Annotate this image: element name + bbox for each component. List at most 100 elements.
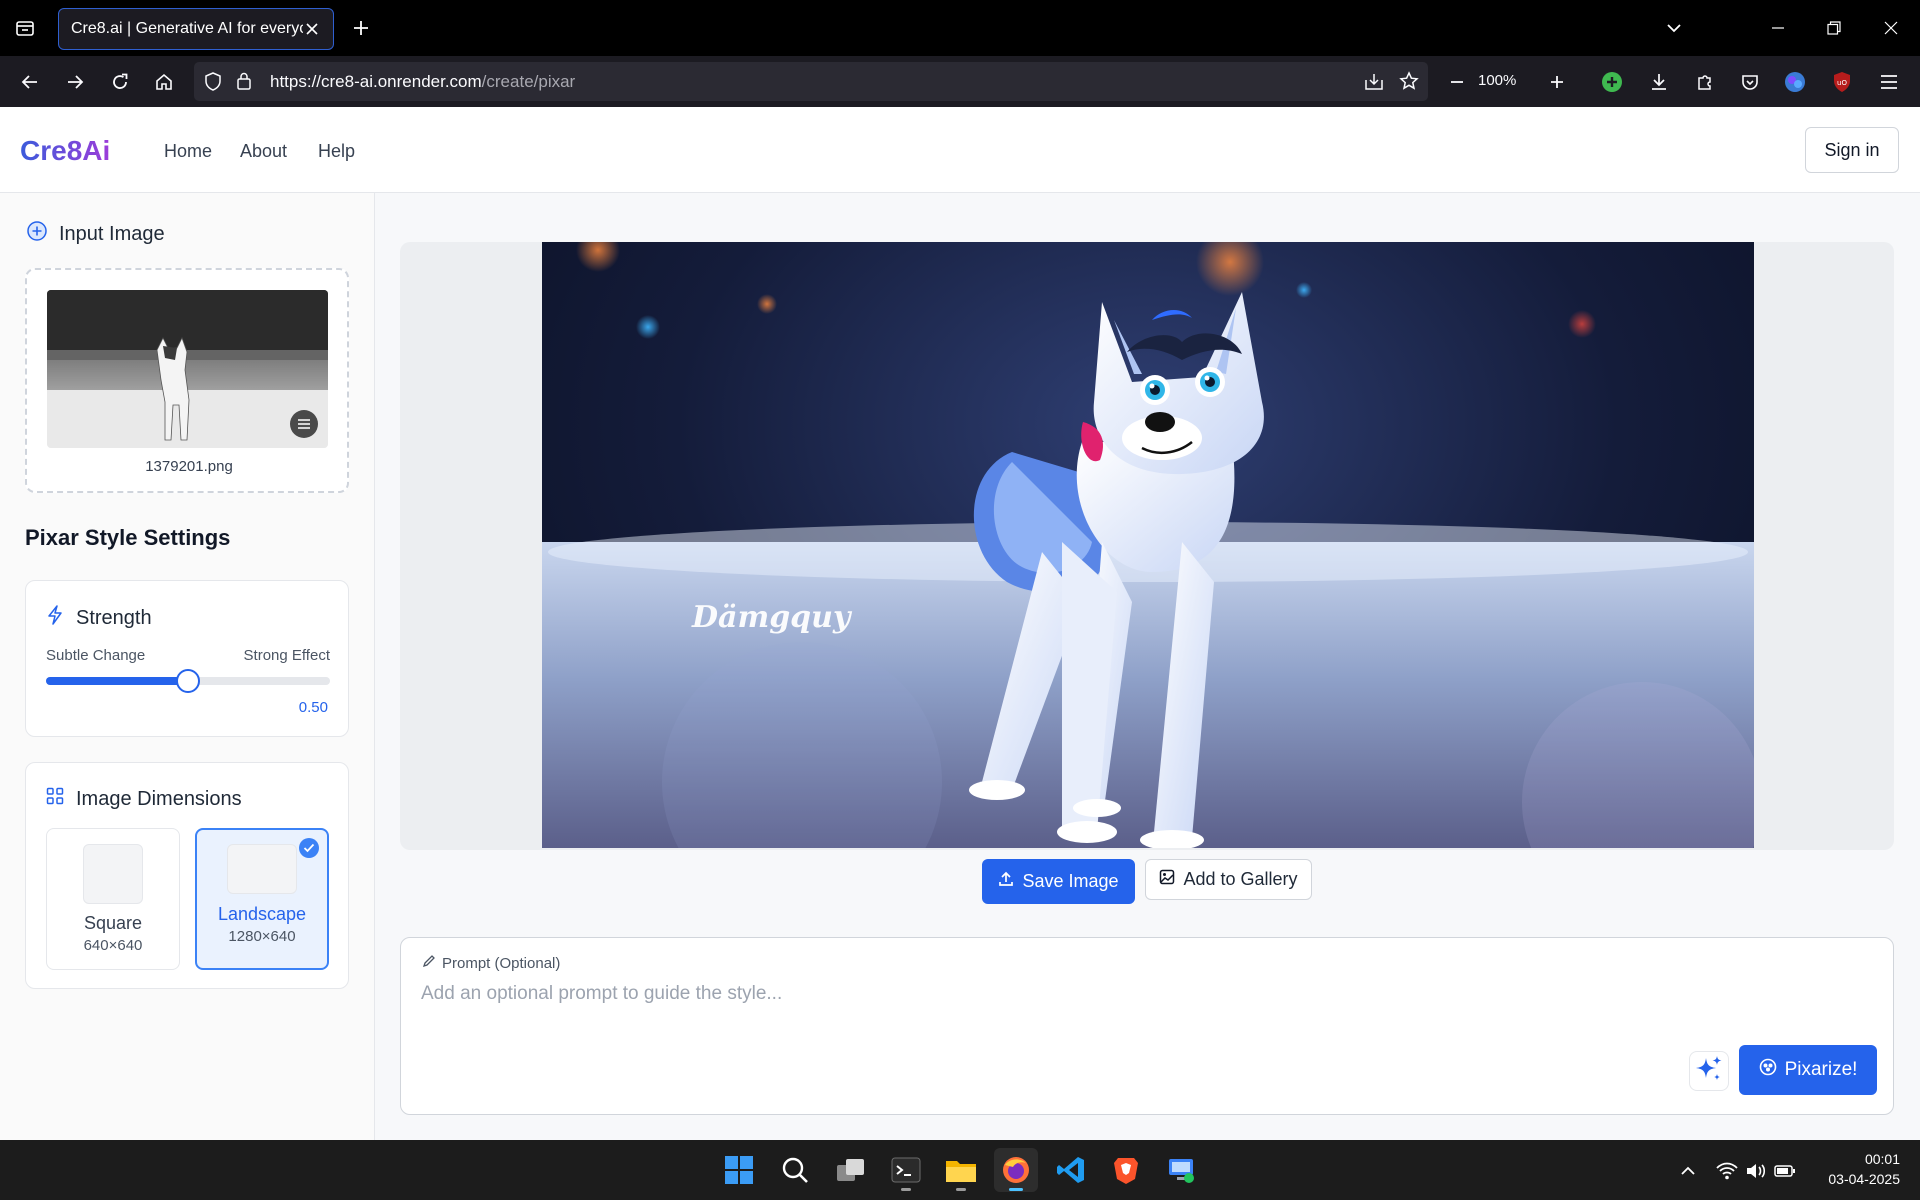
strength-card: Strength Subtle Change Strong Effect 0.5… <box>25 580 349 737</box>
dimension-option-landscape[interactable]: Landscape 1280×640 <box>195 828 329 970</box>
url-text[interactable]: https://cre8-ai.onrender.com/create/pixa… <box>270 72 575 92</box>
dimensions-heading: Image Dimensions <box>46 787 242 811</box>
terminal-icon[interactable] <box>884 1148 928 1192</box>
task-view-icon[interactable] <box>829 1148 873 1192</box>
pixarize-button[interactable]: Pixarize! <box>1739 1045 1877 1095</box>
nav-about[interactable]: About <box>240 141 287 162</box>
strength-slider-handle[interactable] <box>176 669 200 693</box>
square-preview <box>83 844 143 904</box>
logo[interactable]: Cre8Ai <box>20 135 110 167</box>
strength-range-labels: Subtle Change Strong Effect <box>46 647 330 664</box>
browser-tab[interactable]: Cre8.ai | Generative AI for everyone <box>58 8 334 50</box>
dimensions-card: Image Dimensions Square 640×640 Landscap… <box>25 762 349 989</box>
grid-icon <box>46 787 64 811</box>
strength-min-label: Subtle Change <box>46 647 146 664</box>
firefox-icon[interactable] <box>994 1148 1038 1192</box>
browser-toolbar: https://cre8-ai.onrender.com/create/pixa… <box>0 56 1920 107</box>
strength-max-label: Strong Effect <box>243 647 330 664</box>
square-size: 640×640 <box>83 937 143 954</box>
add-circle-icon <box>27 221 47 247</box>
back-icon[interactable] <box>16 68 44 96</box>
paw-icon <box>1759 1058 1777 1082</box>
image-icon <box>1159 869 1175 890</box>
input-image-heading: Input Image <box>27 221 165 247</box>
generated-image: Dämgquy <box>542 242 1754 848</box>
sidebar: Input Image 1379201.png Pixar Style Sett… <box>0 193 375 1140</box>
reload-icon[interactable] <box>106 68 134 96</box>
sign-in-button[interactable]: Sign in <box>1805 127 1899 173</box>
nav-help[interactable]: Help <box>318 141 355 162</box>
zoom-level[interactable]: 100% <box>1478 72 1516 89</box>
pocket-icon[interactable] <box>1736 68 1764 96</box>
add-to-gallery-label: Add to Gallery <box>1183 869 1298 889</box>
landscape-preview <box>227 844 297 894</box>
input-image-thumbnail[interactable] <box>47 290 328 448</box>
remote-desktop-icon[interactable] <box>1159 1148 1203 1192</box>
forward-icon[interactable] <box>61 68 89 96</box>
prompt-card: Prompt (Optional) Pixarize! <box>400 937 1894 1115</box>
window-close-icon[interactable] <box>1877 14 1905 42</box>
ublock-icon[interactable]: uO <box>1828 68 1856 96</box>
address-bar[interactable]: https://cre8-ai.onrender.com/create/pixa… <box>194 62 1428 101</box>
brave-icon[interactable] <box>1104 1148 1148 1192</box>
running-indicator <box>956 1188 966 1191</box>
url-path: /create/pixar <box>481 72 576 91</box>
enhance-prompt-button[interactable] <box>1689 1051 1729 1091</box>
save-image-label: Save Image <box>1022 871 1119 891</box>
wifi-icon[interactable] <box>1716 1160 1738 1182</box>
lock-icon[interactable] <box>236 71 252 96</box>
strength-title: Strength <box>76 606 152 629</box>
extension-globe-icon[interactable] <box>1781 68 1809 96</box>
extension-plus-icon[interactable] <box>1598 68 1626 96</box>
strength-value: 0.50 <box>298 699 328 716</box>
bookmark-star-icon[interactable] <box>1399 71 1419 96</box>
volume-icon[interactable] <box>1745 1160 1767 1182</box>
minimize-icon[interactable] <box>1764 14 1792 42</box>
shield-icon[interactable] <box>204 72 222 96</box>
save-to-pocket-icon[interactable] <box>1364 72 1384 97</box>
prompt-label: Prompt (Optional) <box>442 954 561 972</box>
prompt-heading: Prompt (Optional) <box>422 954 560 972</box>
running-indicator <box>1009 1188 1023 1191</box>
hamburger-menu-icon[interactable] <box>1875 68 1903 96</box>
dimension-option-square[interactable]: Square 640×640 <box>46 828 180 970</box>
settings-heading: Pixar Style Settings <box>25 525 231 550</box>
close-icon[interactable] <box>303 20 321 38</box>
strength-slider[interactable] <box>46 669 330 693</box>
save-image-button[interactable]: Save Image <box>982 859 1135 904</box>
image-options-icon[interactable] <box>290 410 318 438</box>
file-explorer-icon[interactable] <box>939 1148 983 1192</box>
home-icon[interactable] <box>150 68 178 96</box>
tab-overview-icon[interactable] <box>11 14 39 42</box>
image-watermark: Dämgquy <box>691 600 853 635</box>
landscape-size: 1280×640 <box>228 928 296 945</box>
dimensions-title: Image Dimensions <box>76 787 242 810</box>
add-to-gallery-button[interactable]: Add to Gallery <box>1145 859 1312 900</box>
vs-code-icon[interactable] <box>1049 1148 1093 1192</box>
chevron-up-icon[interactable] <box>1677 1160 1699 1182</box>
prompt-input[interactable] <box>421 978 1621 1010</box>
extensions-puzzle-icon[interactable] <box>1691 68 1719 96</box>
downloads-icon[interactable] <box>1645 68 1673 96</box>
restore-icon[interactable] <box>1820 14 1848 42</box>
new-tab-icon[interactable] <box>347 14 375 42</box>
zoom-in-icon[interactable] <box>1543 68 1571 96</box>
image-upload-dropzone[interactable]: 1379201.png <box>25 268 349 493</box>
windows-start-icon[interactable] <box>717 1148 761 1192</box>
system-clock[interactable]: 00:01 03-04-2025 <box>1810 1149 1900 1189</box>
sparkles-icon <box>1694 1054 1724 1089</box>
input-filename: 1379201.png <box>145 458 233 475</box>
nav-home[interactable]: Home <box>164 141 212 162</box>
result-preview: Dämgquy <box>400 242 1894 850</box>
clock-date: 03-04-2025 <box>1828 1171 1900 1187</box>
battery-icon[interactable] <box>1774 1160 1796 1182</box>
chevron-down-icon[interactable] <box>1660 14 1688 42</box>
tab-title: Cre8.ai | Generative AI for everyone <box>71 20 303 37</box>
landscape-label: Landscape <box>217 904 307 924</box>
strength-heading: Strength <box>46 605 152 631</box>
browser-tab-bar: Cre8.ai | Generative AI for everyone <box>0 0 1920 56</box>
svg-text:uO: uO <box>1837 79 1847 87</box>
zoom-out-icon[interactable] <box>1443 68 1471 96</box>
checkmark-icon <box>299 838 319 858</box>
search-icon[interactable] <box>773 1148 817 1192</box>
